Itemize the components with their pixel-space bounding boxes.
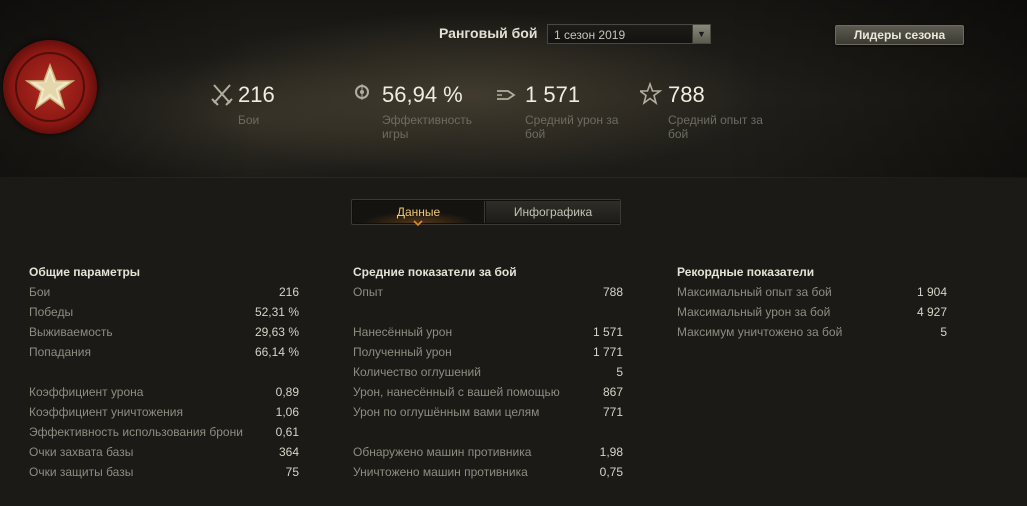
stat-row-value: 52,31 % bbox=[254, 305, 299, 319]
stat-efficiency-label: Эффективность игры bbox=[382, 113, 473, 141]
records-section: Рекордные показатели Максимальный опыт з… bbox=[677, 262, 947, 342]
stat-row: Попадания 66,14 % bbox=[29, 342, 299, 362]
stat-row: Опыт 788 bbox=[353, 282, 623, 302]
stat-row-label: Обнаружено машин противника bbox=[353, 445, 532, 459]
stat-row-label: Попадания bbox=[29, 345, 91, 359]
stat-avg-experience-label: Средний опыт за бой bbox=[668, 113, 763, 141]
stat-row: Очки защиты базы 75 bbox=[29, 462, 299, 482]
section-title: Общие параметры bbox=[29, 265, 141, 279]
stat-row-value: 1,98 bbox=[599, 445, 623, 459]
shell-damage-icon bbox=[497, 90, 516, 100]
stat-row-label: Нанесённый урон bbox=[353, 325, 453, 339]
stat-row-label: Полученный урон bbox=[353, 345, 452, 359]
stat-row: Коэффициент урона 0,89 bbox=[29, 382, 299, 402]
stat-row-value: 4 927 bbox=[916, 305, 947, 319]
stat-row-label: Опыт bbox=[353, 285, 383, 299]
stat-efficiency-value: 56,94 % bbox=[382, 82, 463, 107]
stat-row-value: 0,89 bbox=[275, 385, 299, 399]
stat-row-label: Победы bbox=[29, 305, 74, 319]
view-tabs: Данные Инфографика bbox=[351, 199, 621, 225]
stat-row-label: Количество оглушений bbox=[353, 365, 481, 379]
star-experience-icon bbox=[640, 82, 663, 106]
chevron-down-icon[interactable]: ▼ bbox=[692, 25, 710, 43]
stat-avg-damage-label: Средний урон за бой bbox=[525, 113, 619, 141]
stat-row: Бои 216 bbox=[29, 282, 299, 302]
stat-row-value: 0,61 bbox=[275, 425, 299, 439]
stat-row-label: Бои bbox=[29, 285, 51, 299]
stat-row-value: 1 771 bbox=[592, 345, 623, 359]
stat-avg-experience-value: 788 bbox=[668, 82, 705, 107]
stat-row: Эффективность использования брони 0,61 bbox=[29, 422, 299, 442]
general-params-section: Общие параметры Бои 216 Победы 52,31 % Выжив… bbox=[29, 262, 299, 482]
stat-row-label: Очки захвата базы bbox=[29, 445, 134, 459]
season-selected-value: 1 сезон 2019 bbox=[554, 28, 626, 42]
section-title: Средние показатели за бой bbox=[353, 265, 517, 279]
crossed-swords-icon bbox=[211, 84, 233, 106]
stat-row-value: 771 bbox=[602, 405, 623, 419]
stat-row-value: 1 571 bbox=[592, 325, 623, 339]
stat-row-label: Максимальный опыт за бой bbox=[677, 285, 832, 299]
stat-row-label: Урон по оглушённым вами целям bbox=[353, 405, 540, 419]
stat-row: Максимальный опыт за бой 1 904 bbox=[677, 282, 947, 302]
stat-row-value: 5 bbox=[940, 325, 947, 339]
stat-row-label: Очки защиты базы bbox=[29, 465, 134, 479]
stat-row-label: Максимум уничтожено за бой bbox=[677, 325, 843, 339]
stat-battles-label: Бои bbox=[238, 113, 260, 127]
stat-row-value: 1,06 bbox=[275, 405, 299, 419]
stat-row-value: 364 bbox=[278, 445, 299, 459]
stat-row-value: 788 bbox=[602, 285, 623, 299]
page-title: Ранговый бой bbox=[439, 25, 538, 41]
stat-row-value: 29,63 % bbox=[254, 325, 299, 339]
active-tab-chevron-icon bbox=[413, 220, 423, 227]
stat-row: Максимальный урон за бой 4 927 bbox=[677, 302, 947, 322]
stat-row: Полученный урон 1 771 bbox=[353, 342, 623, 362]
rank-emblem-icon bbox=[3, 40, 97, 134]
stat-row-label: Урон, нанесённый с вашей помощью bbox=[353, 385, 560, 399]
stat-row: Максимум уничтожено за бой 5 bbox=[677, 322, 947, 342]
stat-row: Урон, нанесённый с вашей помощью 867 bbox=[353, 382, 623, 402]
stat-row-label: Коэффициент урона bbox=[29, 385, 144, 399]
stat-row-label: Уничтожено машин противника bbox=[353, 465, 528, 479]
average-per-battle-section: Средние показатели за бой Опыт 788 Нанесён… bbox=[353, 262, 623, 482]
stat-row-value: 75 bbox=[285, 465, 299, 479]
efficiency-target-icon bbox=[355, 84, 369, 100]
stat-row-value: 1 904 bbox=[916, 285, 947, 299]
stat-row: Победы 52,31 % bbox=[29, 302, 299, 322]
stat-row-value: 66,14 % bbox=[254, 345, 299, 359]
stat-row-value: 0,75 bbox=[599, 465, 623, 479]
stat-row-value: 867 bbox=[602, 385, 623, 399]
stat-battles-value: 216 bbox=[238, 82, 275, 107]
stat-row-value: 5 bbox=[616, 365, 623, 379]
season-leaders-button[interactable]: Лидеры сезона bbox=[835, 25, 964, 45]
stat-row-label: Максимальный урон за бой bbox=[677, 305, 831, 319]
stat-row: Выживаемость 29,63 % bbox=[29, 322, 299, 342]
stat-row-label: Эффективность использования брони bbox=[29, 425, 243, 439]
stat-row-value: 216 bbox=[278, 285, 299, 299]
tab-infographics[interactable]: Инфографика bbox=[486, 201, 620, 223]
stat-row-label: Выживаемость bbox=[29, 325, 113, 339]
stat-row: Количество оглушений 5 bbox=[353, 362, 623, 382]
stat-row: Нанесённый урон 1 571 bbox=[353, 322, 623, 342]
stat-row: Уничтожено машин противника 0,75 bbox=[353, 462, 623, 482]
season-dropdown[interactable]: 1 сезон 2019 ▼ bbox=[547, 24, 711, 44]
stat-avg-damage-value: 1 571 bbox=[525, 82, 581, 107]
stat-row: Урон по оглушённым вами целям 771 bbox=[353, 402, 623, 422]
stat-row: Обнаружено машин противника 1,98 bbox=[353, 442, 623, 462]
stat-row-label: Коэффициент уничтожения bbox=[29, 405, 183, 419]
stat-row: Очки захвата базы 364 bbox=[29, 442, 299, 462]
stat-row: Коэффициент уничтожения 1,06 bbox=[29, 402, 299, 422]
section-title: Рекордные показатели bbox=[677, 265, 815, 279]
